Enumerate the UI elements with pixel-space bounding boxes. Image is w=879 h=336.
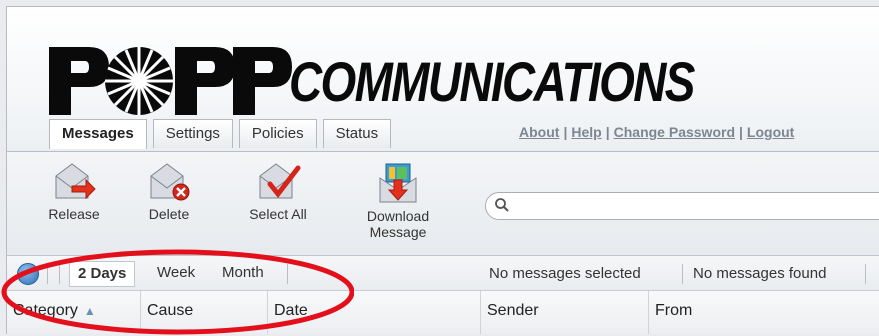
column-header-from[interactable]: From <box>649 291 879 334</box>
download-label-line1: Download <box>366 208 430 224</box>
filter-2-days[interactable]: 2 Days <box>69 261 136 287</box>
release-button[interactable]: Release <box>39 162 109 222</box>
filter-week[interactable]: Week <box>157 261 195 285</box>
select-all-label: Select All <box>249 206 307 222</box>
select-all-envelope-icon <box>259 163 301 199</box>
column-label: Cause <box>147 302 194 319</box>
tab-status[interactable]: Status <box>322 119 392 148</box>
column-label: Sender <box>487 302 539 319</box>
selection-status: No messages selected <box>489 265 641 282</box>
tab-messages[interactable]: Messages <box>49 119 147 149</box>
help-link[interactable]: Help <box>571 124 601 140</box>
divider <box>287 264 288 284</box>
link-separator: | <box>563 124 568 140</box>
delete-envelope-icon <box>150 163 190 201</box>
logout-link[interactable]: Logout <box>747 124 794 140</box>
account-links: About | Help | Change Password | Logout <box>519 124 794 140</box>
divider <box>59 264 60 284</box>
sort-ascending-icon: ▲ <box>83 304 96 318</box>
column-header-category[interactable]: Category ▲ <box>7 291 141 334</box>
column-header-date[interactable]: Date <box>268 291 481 334</box>
search-input[interactable] <box>485 192 879 220</box>
delete-label: Delete <box>148 206 190 222</box>
download-message-button[interactable]: Download Message <box>353 162 443 240</box>
date-filter-bar: 2 Days Week Month No messages selected N… <box>7 256 879 291</box>
app-window: COMMUNICATIONS Messages Settings Policie… <box>6 6 879 334</box>
divider <box>865 264 866 284</box>
tab-policies[interactable]: Policies <box>238 119 317 148</box>
column-label: From <box>655 302 693 319</box>
delete-button[interactable]: Delete <box>139 162 199 222</box>
brand-logo: COMMUNICATIONS <box>47 39 767 125</box>
search-icon <box>495 198 509 212</box>
link-separator: | <box>739 124 743 140</box>
column-label: Category <box>13 302 78 319</box>
column-header-cause[interactable]: Cause <box>141 291 268 334</box>
message-table-header: Category ▲ Cause Date Sender From <box>7 291 879 334</box>
download-label-line2: Message <box>369 224 427 240</box>
popp-logo-mark <box>49 47 292 115</box>
column-label: Date <box>274 302 308 319</box>
header: COMMUNICATIONS Messages Settings Policie… <box>7 7 879 152</box>
change-password-link[interactable]: Change Password <box>614 124 735 140</box>
download-envelope-icon <box>379 163 417 203</box>
about-link[interactable]: About <box>519 124 559 140</box>
column-header-sender[interactable]: Sender <box>481 291 649 334</box>
divider <box>47 264 48 284</box>
refresh-icon[interactable] <box>17 263 39 285</box>
main-tabs: Messages Settings Policies Status <box>49 119 392 149</box>
select-all-button[interactable]: Select All <box>233 162 323 222</box>
release-envelope-icon <box>55 163 96 200</box>
messages-found-status: No messages found <box>693 265 827 282</box>
divider <box>682 264 683 284</box>
message-toolbar: Release Delete Select All Download Messa… <box>7 152 879 256</box>
link-separator: | <box>605 124 610 140</box>
release-label: Release <box>48 206 100 222</box>
filter-month[interactable]: Month <box>222 261 264 285</box>
brand-wordmark: COMMUNICATIONS <box>289 50 695 113</box>
tab-settings[interactable]: Settings <box>152 119 233 148</box>
